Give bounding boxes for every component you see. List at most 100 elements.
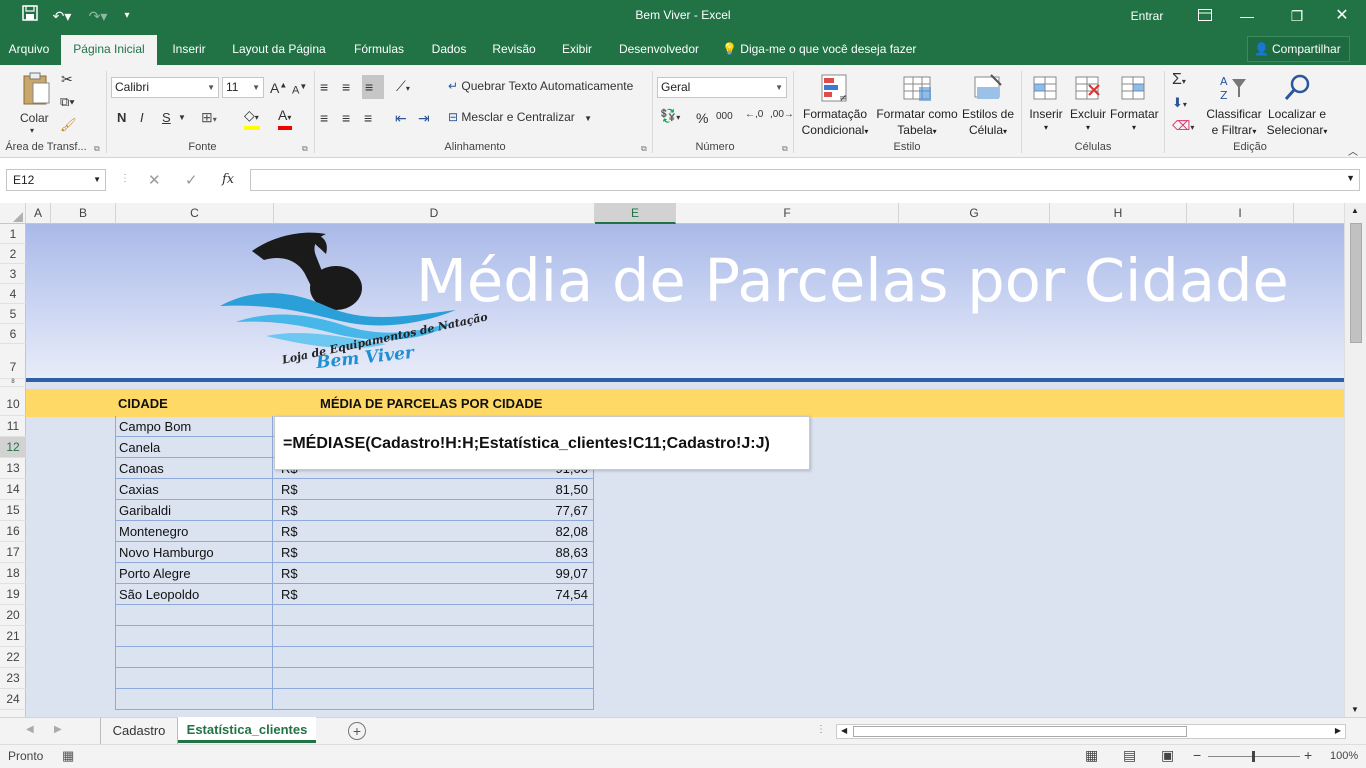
copy-icon[interactable]: ⧉▾ [60,94,75,110]
value-cell[interactable]: 81,50 [495,479,594,500]
sort-filter-button[interactable]: AZ Classificar e Filtrar▾ [1204,71,1264,139]
value-cell[interactable]: 99,07 [495,563,594,584]
wrap-text-button[interactable]: ↵ Quebrar Texto Automaticamente [448,79,633,93]
row-header[interactable]: 18 [0,563,26,584]
autosum-icon[interactable]: Σ▾ [1172,71,1186,89]
decrease-font-icon[interactable]: A▼ [292,82,307,97]
italic-button[interactable]: I [140,110,144,125]
column-header[interactable]: D [274,203,595,224]
save-icon[interactable] [20,5,40,27]
orientation-icon[interactable]: ⟋▾ [396,78,410,95]
undo-icon[interactable]: ↶▾ [48,5,76,27]
empty-cell[interactable] [115,647,273,668]
row-header[interactable]: 6 [0,324,26,344]
sheet-area[interactable]: Loja de Equipamentos de Natação Bem Vive… [26,224,1344,717]
city-cell[interactable]: Novo Hamburgo [115,542,273,563]
header-city[interactable]: CIDADE [118,396,168,411]
font-color-icon[interactable]: A ▾ [278,107,292,130]
tab-inserir[interactable]: Inserir [162,32,216,65]
row-header[interactable]: 13 [0,458,26,479]
row-header[interactable]: 12 [0,437,26,458]
fill-icon[interactable]: ⬇▾ [1172,95,1187,111]
city-cell[interactable]: Porto Alegre [115,563,273,584]
scroll-thumb[interactable] [1350,223,1362,343]
empty-cell[interactable] [273,668,594,689]
tab-arquivo[interactable]: Arquivo [0,32,58,65]
collapse-ribbon-icon[interactable]: ︿ [1348,143,1358,158]
comma-button[interactable]: 000 [716,111,733,122]
number-format-box[interactable]: Geral ▼ [657,77,787,98]
header-average[interactable]: MÉDIA DE PARCELAS POR CIDADE [320,396,542,411]
conditional-format-button[interactable]: ≠ Formatação Condicional▾ [797,71,873,139]
empty-cell[interactable] [273,605,594,626]
normal-view-icon[interactable]: ▦ [1085,747,1098,764]
sheet-tab-estatistica[interactable]: Estatística_clientes [178,717,316,743]
restore-icon[interactable]: ❐ [1285,5,1309,27]
customize-toolbar-icon[interactable]: ▾ [120,5,134,27]
minimize-icon[interactable]: — [1235,5,1259,27]
fill-color-icon[interactable]: ◇ ▾ [244,107,260,130]
scroll-down-icon[interactable]: ▼ [1351,705,1359,714]
align-top-icon[interactable]: ≡ [320,79,328,95]
zoom-in-icon[interactable]: + [1304,747,1312,763]
value-cell[interactable]: 88,63 [495,542,594,563]
tab-desenvolvedor[interactable]: Desenvolvedor [609,32,709,65]
merge-center-button[interactable]: ⊟ Mesclar e Centralizar ▼ [448,110,592,124]
align-left-icon[interactable]: ≡ [320,110,328,126]
row-header[interactable]: 1 [0,224,26,244]
column-header[interactable]: C [116,203,274,224]
row-header-hidden[interactable]: 8 [0,379,26,387]
tell-me-search[interactable]: 💡 Diga-me o que você deseja fazer [722,32,922,65]
tab-revisao[interactable]: Revisão [484,32,544,65]
row-header[interactable]: 21 [0,626,26,647]
align-middle-icon[interactable]: ≡ [342,79,350,95]
increase-decimal-icon[interactable]: ←,0 [745,109,763,120]
row-header[interactable]: 22 [0,647,26,668]
tab-exibir[interactable]: Exibir [552,32,602,65]
name-box[interactable]: E12 ▼ [6,169,106,191]
prev-sheet-icon[interactable]: ◀ [26,724,34,735]
row-header[interactable]: 20 [0,605,26,626]
underline-button[interactable]: S [162,110,171,125]
ribbon-display-icon[interactable] [1193,5,1217,27]
decrease-indent-icon[interactable]: ⇤ [395,110,407,127]
scroll-right-icon[interactable]: ▶ [1335,726,1341,735]
cancel-icon[interactable]: ✕ [148,171,161,189]
empty-cell[interactable] [273,647,594,668]
zoom-slider[interactable] [1208,751,1300,762]
zoom-out-icon[interactable]: − [1193,747,1201,763]
row-header[interactable]: 17 [0,542,26,563]
value-cell[interactable]: 77,67 [495,500,594,521]
font-size-box[interactable]: 11 ▼ [222,77,264,98]
cut-icon[interactable]: ✂ [61,71,73,88]
row-header[interactable]: 7 [0,344,26,379]
row-header[interactable]: 10 [0,387,26,416]
insert-function-button[interactable]: fx [222,172,234,187]
percent-button[interactable]: % [696,110,708,126]
format-as-table-button[interactable]: Formatar como Tabela▾ [874,71,960,139]
delete-cells-button[interactable]: Excluir ▾ [1068,71,1108,139]
increase-indent-icon[interactable]: ⇥ [418,110,430,127]
confirm-icon[interactable]: ✓ [185,171,198,189]
select-all-button[interactable] [0,203,26,224]
row-header[interactable]: 5 [0,304,26,324]
horizontal-scrollbar[interactable]: ◀ ▶ [836,724,1346,739]
empty-cell[interactable] [273,689,594,710]
city-cell[interactable]: São Leopoldo [115,584,273,605]
formula-input[interactable]: ▼ [250,169,1360,191]
empty-cell[interactable] [115,668,273,689]
bold-button[interactable]: N [117,110,126,125]
page-layout-icon[interactable]: ▤ [1123,747,1136,764]
zoom-thumb[interactable] [1252,751,1255,762]
decrease-decimal-icon[interactable]: ,00→ [770,109,794,120]
dialog-launcher-icon[interactable]: ⧉ [641,144,647,154]
column-header[interactable]: E [595,203,676,224]
redo-icon[interactable]: ↷▾ [84,5,112,27]
column-header[interactable]: B [51,203,116,224]
column-header[interactable]: I [1187,203,1294,224]
page-break-icon[interactable]: ▣ [1161,747,1174,764]
find-select-button[interactable]: Localizar e Selecionar▾ [1264,71,1330,139]
city-cell[interactable]: Canoas [115,458,273,479]
city-cell[interactable]: Montenegro [115,521,273,542]
row-header[interactable]: 16 [0,521,26,542]
